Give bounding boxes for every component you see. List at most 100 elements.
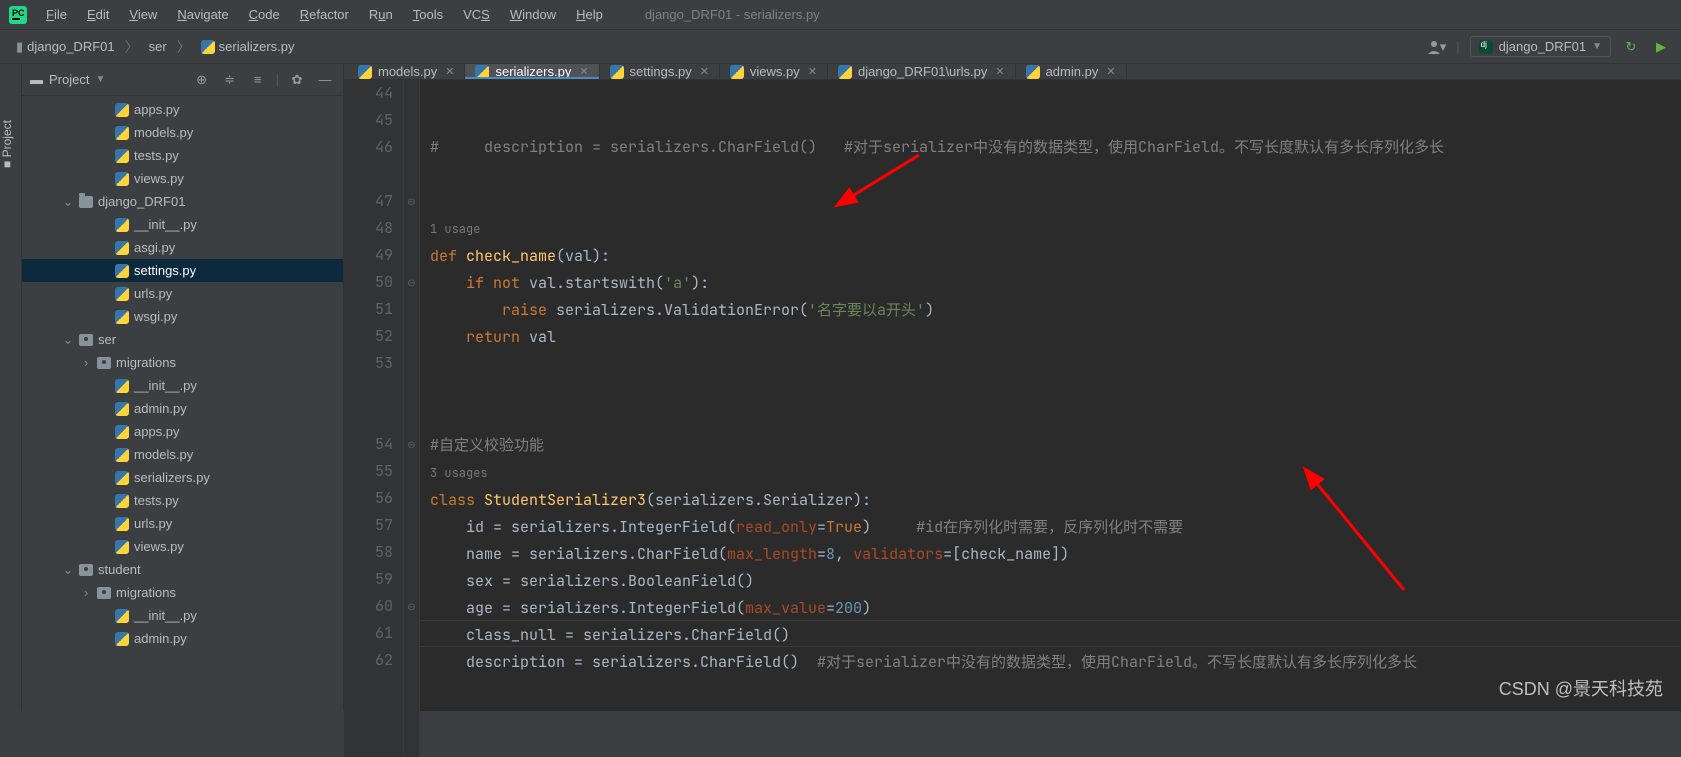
tree-item[interactable]: admin.py xyxy=(22,627,343,650)
fold-marker[interactable] xyxy=(404,647,419,674)
menu-edit[interactable]: Edit xyxy=(79,4,117,25)
close-icon[interactable]: ✕ xyxy=(995,65,1004,78)
line-number[interactable]: 44 xyxy=(344,80,393,107)
user-icon[interactable]: ▾ xyxy=(1426,37,1446,57)
chevron-icon[interactable]: ⌄ xyxy=(62,562,74,578)
fold-marker[interactable] xyxy=(404,485,419,512)
gutter[interactable]: 444546 47484950515253 545556575859606162 xyxy=(344,80,404,757)
chevron-icon[interactable]: › xyxy=(80,585,92,600)
menu-file[interactable]: File xyxy=(38,4,75,25)
line-number[interactable]: 56 xyxy=(344,485,393,512)
line-number[interactable]: 46 xyxy=(344,134,393,161)
menu-navigate[interactable]: Navigate xyxy=(169,4,236,25)
expand-icon[interactable]: ≑ xyxy=(220,70,240,90)
chevron-icon[interactable]: › xyxy=(80,355,92,370)
tree-item[interactable]: __init__.py xyxy=(22,604,343,627)
fold-marker[interactable]: ⊖ xyxy=(404,188,419,215)
tree-item[interactable]: views.py xyxy=(22,167,343,190)
menu-tools[interactable]: Tools xyxy=(405,4,451,25)
fold-marker[interactable] xyxy=(404,458,419,485)
run-configuration[interactable]: django_DRF01 ▼ xyxy=(1470,36,1611,57)
fold-marker[interactable] xyxy=(404,134,419,161)
tree-item[interactable]: serializers.py xyxy=(22,466,343,489)
chevron-icon[interactable]: ⌄ xyxy=(62,332,74,348)
line-number[interactable] xyxy=(344,377,393,404)
line-number[interactable] xyxy=(344,404,393,431)
tree-item[interactable]: asgi.py xyxy=(22,236,343,259)
fold-marker[interactable] xyxy=(404,512,419,539)
tree-item[interactable]: models.py xyxy=(22,121,343,144)
tree-item[interactable]: ⌄django_DRF01 xyxy=(22,190,343,213)
tree-item[interactable]: __init__.py xyxy=(22,213,343,236)
tree-item[interactable]: apps.py xyxy=(22,420,343,443)
project-tree[interactable]: apps.pymodels.pytests.pyviews.py⌄django_… xyxy=(22,96,343,658)
line-number[interactable]: 50 xyxy=(344,269,393,296)
line-number[interactable]: 57 xyxy=(344,512,393,539)
editor-tab[interactable]: views.py✕ xyxy=(720,64,828,79)
tree-item[interactable]: tests.py xyxy=(22,144,343,167)
menu-help[interactable]: Help xyxy=(568,4,611,25)
menu-refactor[interactable]: Refactor xyxy=(292,4,357,25)
close-icon[interactable]: ✕ xyxy=(445,65,454,78)
menu-vcs[interactable]: VCS xyxy=(455,4,498,25)
tree-item[interactable]: views.py xyxy=(22,535,343,558)
line-number[interactable]: 61 xyxy=(344,620,393,647)
code[interactable]: # description = serializers.CharField() … xyxy=(420,80,1681,757)
tree-item[interactable]: apps.py xyxy=(22,98,343,121)
fold-marker[interactable]: ⊖ xyxy=(404,431,419,458)
fold-marker[interactable] xyxy=(404,242,419,269)
usages-hint[interactable]: 1 usage xyxy=(430,221,480,237)
chevron-icon[interactable]: ⌄ xyxy=(62,194,74,210)
menu-window[interactable]: Window xyxy=(502,4,564,25)
fold-marker[interactable] xyxy=(404,161,419,188)
run-icon[interactable]: ▶ xyxy=(1651,37,1671,57)
editor-tab[interactable]: models.py✕ xyxy=(348,64,465,79)
breadcrumb-item[interactable]: ▮django_DRF01 xyxy=(10,37,121,57)
locate-icon[interactable]: ⊕ xyxy=(192,70,212,90)
menu-run[interactable]: Run xyxy=(361,4,401,25)
line-number[interactable]: 55 xyxy=(344,458,393,485)
fold-marker[interactable]: ⊖ xyxy=(404,269,419,296)
tree-item[interactable]: ›migrations xyxy=(22,581,343,604)
close-icon[interactable]: ✕ xyxy=(1106,65,1115,78)
fold-marker[interactable] xyxy=(404,215,419,242)
fold-marker[interactable] xyxy=(404,566,419,593)
fold-marker[interactable] xyxy=(404,377,419,404)
tree-item[interactable]: ›migrations xyxy=(22,351,343,374)
editor-tab[interactable]: serializers.py✕ xyxy=(465,64,599,79)
fold-marker[interactable] xyxy=(404,80,419,107)
tree-item[interactable]: wsgi.py xyxy=(22,305,343,328)
fold-marker[interactable]: ⊖ xyxy=(404,593,419,620)
fold-marker[interactable] xyxy=(404,539,419,566)
settings-icon[interactable]: ✿ xyxy=(287,70,307,90)
tree-item[interactable]: ⌄student xyxy=(22,558,343,581)
line-number[interactable]: 49 xyxy=(344,242,393,269)
usages-hint[interactable]: 3 usages xyxy=(430,465,488,481)
fold-marker[interactable] xyxy=(404,107,419,134)
tree-item[interactable]: urls.py xyxy=(22,282,343,305)
close-icon[interactable]: ✕ xyxy=(808,65,817,78)
menu-code[interactable]: Code xyxy=(241,4,288,25)
breadcrumb-item[interactable]: ser xyxy=(143,37,173,56)
editor-tab[interactable]: settings.py✕ xyxy=(600,64,720,79)
tool-window-stripe[interactable]: ■ Project xyxy=(0,64,22,711)
breadcrumb-item[interactable]: serializers.py xyxy=(195,37,301,56)
fold-marker[interactable] xyxy=(404,620,419,647)
collapse-icon[interactable]: ≡ xyxy=(248,70,268,90)
tree-item[interactable]: models.py xyxy=(22,443,343,466)
tree-item[interactable]: admin.py xyxy=(22,397,343,420)
hide-icon[interactable]: — xyxy=(315,70,335,90)
line-number[interactable]: 54 xyxy=(344,431,393,458)
fold-marker[interactable] xyxy=(404,350,419,377)
sync-icon[interactable]: ↻ xyxy=(1621,37,1641,57)
menu-view[interactable]: View xyxy=(121,4,165,25)
tree-item[interactable]: settings.py xyxy=(22,259,343,282)
fold-marker[interactable] xyxy=(404,323,419,350)
tree-item[interactable]: tests.py xyxy=(22,489,343,512)
line-number[interactable]: 58 xyxy=(344,539,393,566)
fold-column[interactable]: ⊖ ⊖ ⊖ ⊖ xyxy=(404,80,420,757)
close-icon[interactable]: ✕ xyxy=(579,65,588,78)
project-tool-tab[interactable]: ■ Project xyxy=(0,120,14,168)
line-number[interactable]: 60 xyxy=(344,593,393,620)
fold-marker[interactable] xyxy=(404,404,419,431)
